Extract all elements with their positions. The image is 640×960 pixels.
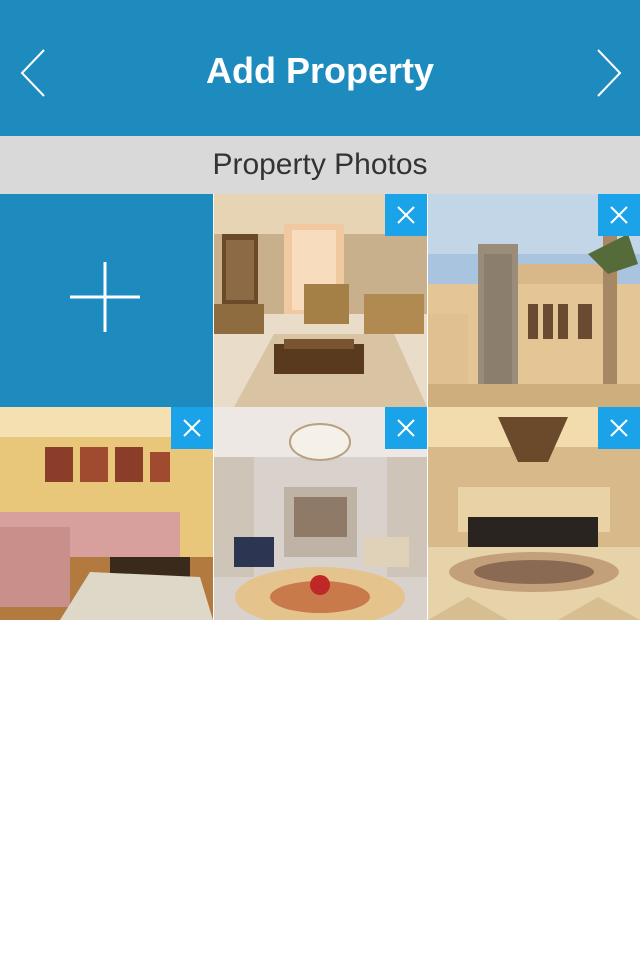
remove-photo-2-button[interactable] [598, 194, 640, 236]
remove-photo-5-button[interactable] [598, 407, 640, 449]
section-title: Property Photos [212, 148, 428, 181]
page-title: Add Property [205, 50, 435, 91]
next-button[interactable] [594, 48, 624, 98]
property-photo-2[interactable] [428, 194, 640, 407]
header-bar: Add Property [0, 0, 640, 136]
photo-grid [0, 194, 640, 620]
add-photo-button[interactable] [0, 194, 213, 407]
remove-photo-1-button[interactable] [385, 194, 427, 236]
chevron-right-icon [594, 48, 624, 98]
remove-photo-3-button[interactable] [171, 407, 213, 449]
property-photo-5[interactable] [428, 407, 640, 620]
remove-photo-4-button[interactable] [385, 407, 427, 449]
property-photo-3[interactable] [0, 407, 213, 620]
property-photo-4[interactable] [214, 407, 427, 620]
property-photo-1[interactable] [214, 194, 427, 407]
add-property-screen: Add Property Property Photos [0, 0, 640, 960]
section-header: Property Photos [0, 136, 640, 194]
